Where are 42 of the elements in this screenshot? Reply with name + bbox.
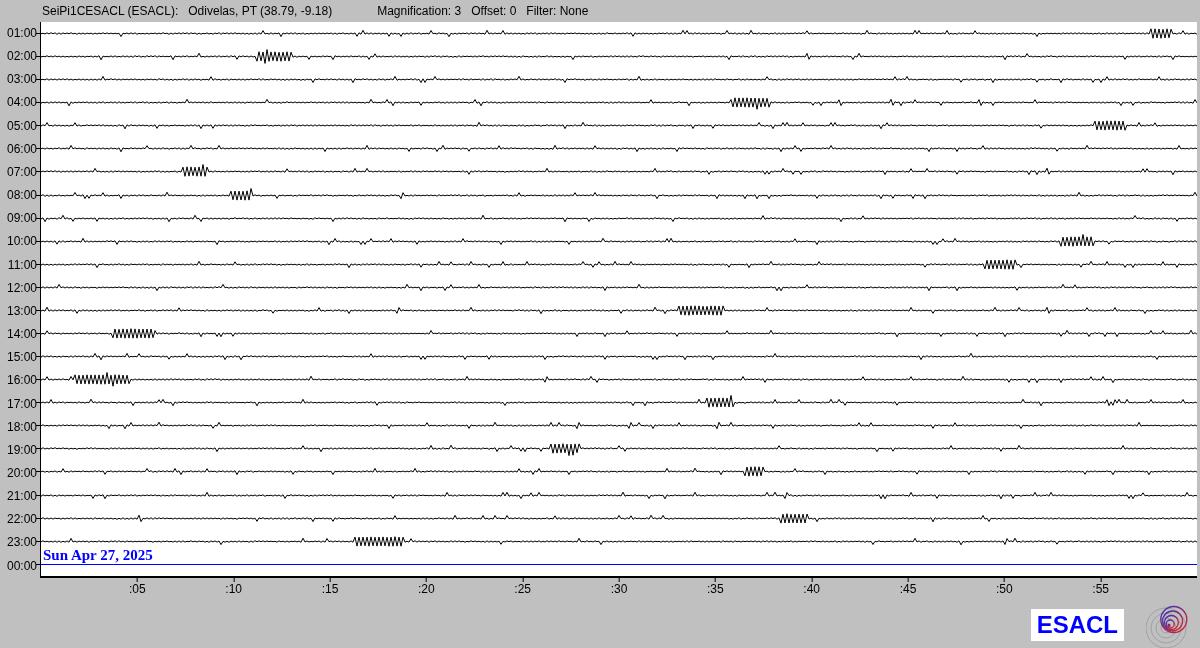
hour-label: 13:00 — [5, 302, 38, 320]
offset-label: Offset: 0 — [471, 4, 517, 18]
hour-label: 14:00 — [5, 326, 38, 344]
minute-tick-label: :50 — [996, 582, 1013, 596]
hour-label: 09:00 — [5, 210, 38, 228]
hour-label: 20:00 — [5, 464, 38, 482]
hour-label: 23:00 — [5, 534, 38, 552]
logo-text: ESACL — [1030, 609, 1124, 641]
hour-label: 10:00 — [5, 233, 38, 251]
station-location: Odivelas, PT (38.79, -9.18) — [188, 4, 333, 18]
magnification-label: Magnification: 3 — [377, 4, 462, 18]
hour-label: 19:00 — [5, 441, 38, 459]
minute-tick-label: :55 — [1092, 582, 1109, 596]
hour-label: 07:00 — [5, 163, 38, 181]
minute-tick-label: :30 — [610, 582, 628, 596]
minute-tick-label: :40 — [803, 582, 820, 596]
hour-label: 22:00 — [5, 511, 38, 529]
hour-label: 11:00 — [6, 256, 38, 274]
minute-tick-label: :05 — [129, 582, 146, 596]
hour-label: 12:00 — [5, 279, 38, 297]
hour-label: 01:00 — [5, 25, 38, 42]
hour-label: 05:00 — [5, 117, 38, 135]
minute-tick-label: :45 — [899, 582, 917, 596]
hour-label: 18:00 — [5, 418, 38, 436]
hour-label: 17:00 — [5, 395, 38, 413]
hour-label: 02:00 — [5, 48, 38, 66]
date-label: Sun Apr 27, 2025 — [43, 546, 153, 563]
minute-tick-label: :10 — [225, 582, 242, 596]
hour-label: 06:00 — [5, 140, 38, 158]
station-name: SeiPi1CESACL (ESACL): — [42, 4, 179, 18]
hour-label: 21:00 — [5, 488, 38, 506]
minute-tick-label: :25 — [514, 582, 531, 596]
hour-label: 15:00 — [5, 349, 38, 367]
filter-label: Filter: None — [526, 4, 589, 18]
hour-label: 00:00 — [5, 557, 38, 575]
minute-tick-label: :20 — [418, 582, 435, 596]
hour-label: 16:00 — [5, 372, 38, 390]
hour-label: 04:00 — [5, 94, 38, 112]
minute-tick-label: :35 — [707, 582, 724, 596]
hour-label: 08:00 — [5, 187, 38, 205]
hour-label: 03:00 — [5, 71, 38, 89]
minute-tick-label: :15 — [321, 582, 339, 596]
